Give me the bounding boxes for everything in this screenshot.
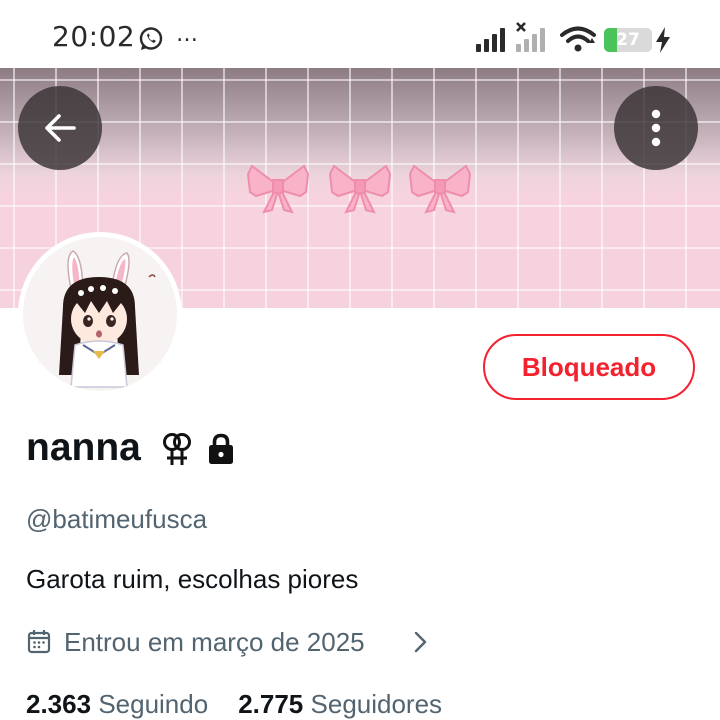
- arrow-left-icon: [45, 114, 76, 142]
- followers-count: 2.775: [238, 689, 304, 719]
- chevron-right-icon[interactable]: [411, 630, 429, 654]
- battery-level: 27: [616, 30, 640, 50]
- followers-link[interactable]: 2.775 Seguidores: [238, 689, 442, 720]
- join-date[interactable]: Entrou em março de 2025: [64, 627, 365, 658]
- status-time: 20:02: [52, 20, 136, 53]
- following-label: Seguindo: [98, 689, 209, 719]
- status-bar: 20:02 … 27: [0, 0, 720, 68]
- battery-icon: 27: [604, 28, 652, 52]
- username-handle: @batimeufusca: [26, 504, 208, 534]
- followers-label: Seguidores: [310, 689, 443, 719]
- more-notifications-icon: …: [176, 22, 199, 47]
- vertical-dots-icon: [651, 109, 661, 147]
- blocked-button[interactable]: Bloqueado: [483, 334, 695, 400]
- more-options-button[interactable]: [614, 86, 698, 170]
- back-button[interactable]: [18, 86, 102, 170]
- signal-x-icon: [516, 22, 545, 52]
- avatar[interactable]: [18, 232, 182, 396]
- profile-bio: Garota ruim, escolhas piores: [26, 564, 359, 594]
- wifi-icon: [560, 26, 596, 52]
- following-link[interactable]: 2.363 Seguindo: [26, 689, 208, 720]
- whatsapp-icon: [139, 27, 163, 50]
- avatar-illustration: [23, 237, 177, 391]
- avatar-image: [23, 237, 177, 391]
- display-name: nanna: [26, 426, 141, 469]
- following-count: 2.363: [26, 689, 92, 719]
- charging-bolt-icon: [656, 27, 670, 53]
- lock-icon: [209, 433, 233, 464]
- calendar-icon: [27, 630, 51, 654]
- double-venus-icon: [163, 433, 191, 465]
- follow-stats: 2.363 Seguindo 2.775 Seguidores: [26, 689, 442, 720]
- pixel-bows-decoration: [246, 164, 471, 214]
- signal-icon: [476, 28, 505, 52]
- bow-icon: [246, 164, 310, 214]
